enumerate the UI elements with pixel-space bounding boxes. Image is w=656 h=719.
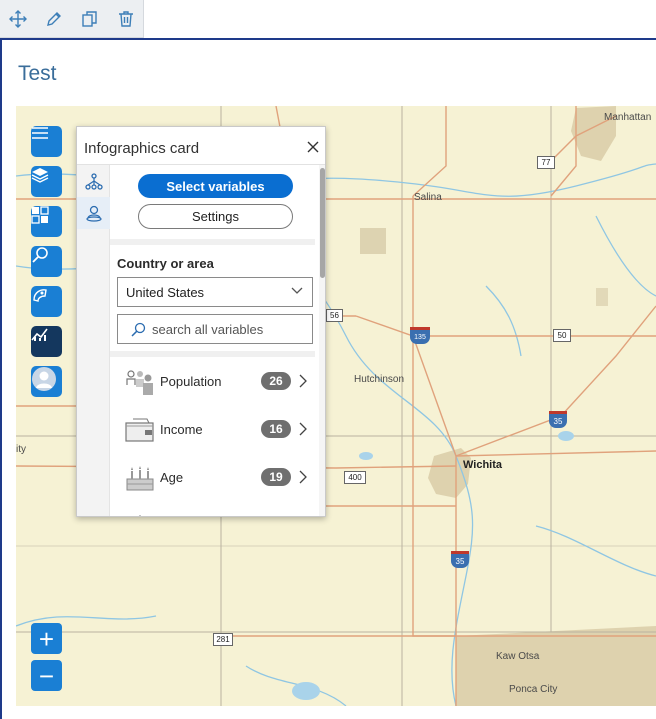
shield-i135: 135 xyxy=(410,327,430,344)
profile-button[interactable] xyxy=(31,366,62,397)
widget-edit-toolbar xyxy=(0,0,144,38)
search-button[interactable] xyxy=(31,246,62,277)
age-icon xyxy=(126,466,154,491)
chevron-right-icon xyxy=(299,374,307,388)
shield-us400: 400 xyxy=(344,471,366,484)
shield-i35-north: 35 xyxy=(549,411,567,428)
map-label-salina: Salina xyxy=(414,192,442,203)
search-icon xyxy=(32,247,48,263)
delete-icon[interactable] xyxy=(114,7,138,31)
variable-label: Income xyxy=(160,422,203,437)
select-variables-button[interactable]: Select variables xyxy=(138,174,293,198)
card-side-tabs xyxy=(77,165,110,516)
variable-search-field[interactable] xyxy=(117,314,313,344)
measure-button[interactable] xyxy=(31,286,62,317)
chevron-right-icon xyxy=(299,470,307,484)
variable-count-badge: 16 xyxy=(261,420,291,438)
hierarchy-icon[interactable] xyxy=(85,173,103,191)
zoom-out-button[interactable]: − xyxy=(31,660,62,691)
list-item-partial[interactable] xyxy=(110,501,315,517)
country-select[interactable]: United States xyxy=(117,277,313,307)
profile-icon xyxy=(32,367,56,391)
variable-list: Population 26 Income 16 Age 19 xyxy=(110,357,315,517)
map-label-kaw-otsa: Kaw Otsa xyxy=(496,651,540,662)
close-icon[interactable] xyxy=(305,139,321,155)
edit-icon[interactable] xyxy=(42,7,66,31)
variable-count-badge: 26 xyxy=(261,372,291,390)
card-header: Infographics card xyxy=(77,127,325,165)
map-label-ponca-city: Ponca City xyxy=(509,684,558,695)
settings-button[interactable]: Settings xyxy=(138,204,293,229)
housing-icon xyxy=(138,515,142,516)
page-title: Test xyxy=(18,62,57,85)
variable-search-input[interactable] xyxy=(152,320,307,338)
infographics-icon xyxy=(31,328,48,341)
layers-button[interactable] xyxy=(31,166,62,197)
urban-patch-2 xyxy=(596,288,608,306)
app-root: Test Manhattan Salina Hutchinson Wichita… xyxy=(0,0,656,719)
variable-count-badge xyxy=(261,516,291,517)
duplicate-icon[interactable] xyxy=(78,7,102,31)
shield-us50: 50 xyxy=(553,329,571,342)
variable-count-badge: 19 xyxy=(261,468,291,486)
chevron-right-icon xyxy=(299,422,307,436)
basemap-button[interactable] xyxy=(31,206,62,237)
variable-label: Age xyxy=(160,470,184,485)
infographics-card: Infographics card Select variables Setti… xyxy=(76,126,326,517)
urban-patch xyxy=(360,228,386,254)
menu-icon xyxy=(32,127,48,139)
zoom-in-button[interactable]: + xyxy=(31,623,62,654)
country-value: United States xyxy=(126,284,205,300)
layers-icon xyxy=(31,168,49,183)
list-item-income[interactable]: Income 16 xyxy=(110,405,315,453)
move-icon[interactable] xyxy=(6,7,30,31)
shield-us56: 56 xyxy=(326,309,343,322)
map-label-city-partial: ity xyxy=(16,444,26,455)
country-label: Country or area xyxy=(117,256,214,271)
menu-button[interactable] xyxy=(31,126,62,157)
map-label-manhattan: Manhattan xyxy=(604,112,652,123)
side-tab-active[interactable] xyxy=(77,197,110,229)
search-icon xyxy=(131,322,146,337)
income-icon xyxy=(125,418,154,442)
card-scrollbar[interactable] xyxy=(319,165,325,516)
list-item-age[interactable]: Age 19 xyxy=(110,453,315,501)
population-icon xyxy=(126,370,153,395)
location-people-icon xyxy=(86,205,102,222)
divider xyxy=(110,239,315,245)
shield-i35-south: 35 xyxy=(451,551,469,568)
list-item-population[interactable]: Population 26 xyxy=(110,357,315,405)
basemap-icon xyxy=(31,206,49,224)
card-title: Infographics card xyxy=(84,140,200,157)
measure-icon xyxy=(33,289,47,302)
shield-us281: 281 xyxy=(213,633,233,646)
map-label-wichita: Wichita xyxy=(463,459,503,471)
map-label-hutchinson: Hutchinson xyxy=(354,374,405,385)
scrollbar-thumb[interactable] xyxy=(320,168,325,278)
variable-label: Population xyxy=(160,374,222,389)
infographics-button[interactable] xyxy=(31,326,62,357)
shield-us77: 77 xyxy=(537,156,555,169)
chevron-down-icon xyxy=(291,287,303,294)
